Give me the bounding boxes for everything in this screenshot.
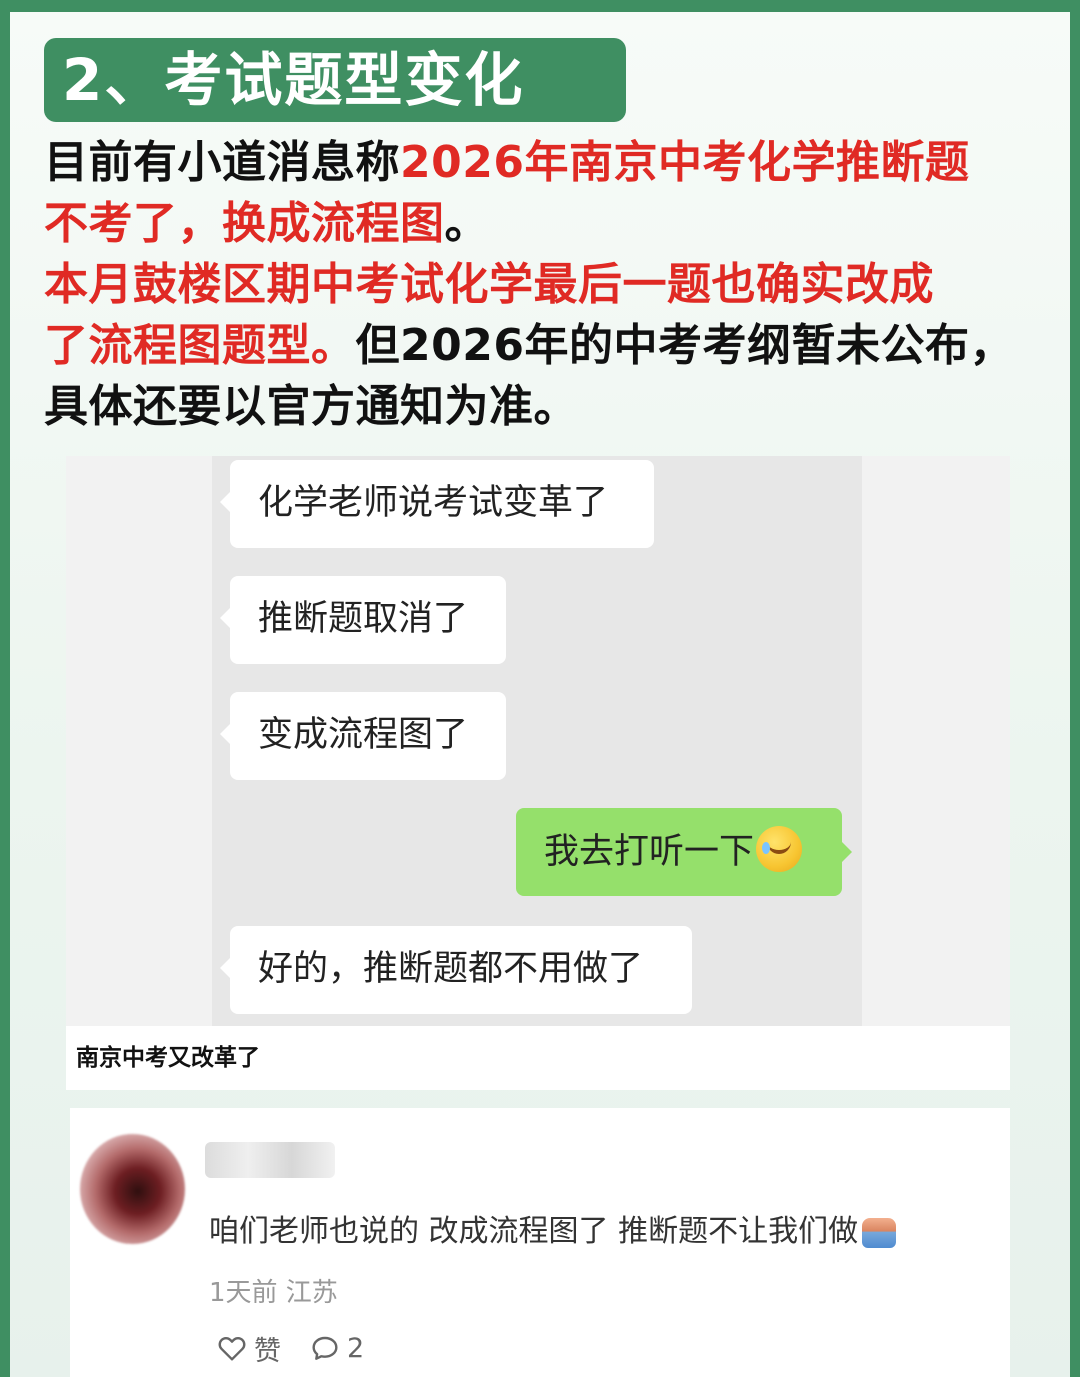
crying-laughing-emoji-icon — [756, 826, 803, 872]
comment-text: 咱们老师也说的 改成流程图了 推断题不让我们做 — [209, 1206, 897, 1250]
intro-text-red: 2026年南京中考化学推断题 — [400, 137, 970, 188]
blurred-username[interactable] — [205, 1142, 335, 1178]
reply-button[interactable]: 2 — [309, 1332, 364, 1364]
section-title: 2、考试题型变化 — [62, 46, 525, 114]
intro-paragraph: 目前有小道消息称2026年南京中考化学推断题 不考了，换成流程图。 本月鼓楼区期… — [44, 132, 1054, 437]
intro-text-black: 。 — [444, 198, 489, 249]
intro-text-black: 具体还要以官方通知为准。 — [44, 381, 578, 432]
chat-message-text: 推断题取消了 — [258, 599, 469, 639]
chat-message-text: 变成流程图了 — [258, 715, 469, 755]
chat-message-text: 我去打听一下 — [544, 832, 755, 872]
comment-bubble-icon — [312, 1336, 338, 1360]
intro-text-red: 不考了，换成流程图 — [44, 198, 445, 249]
chat-bubble-incoming: 推断题取消了 — [220, 576, 506, 664]
chat-message-text: 化学老师说考试变革了 — [258, 483, 609, 523]
comment-actions: 赞 2 — [216, 1329, 392, 1368]
intro-text-red: 本月鼓楼区期中考试化学最后一题也确实改成 — [44, 259, 934, 310]
chat-bubble-incoming: 变成流程图了 — [220, 692, 506, 780]
intro-text-black: 目前有小道消息称 — [44, 137, 400, 188]
comment-card: 咱们老师也说的 改成流程图了 推断题不让我们做 1天前 江苏 赞 2 — [70, 1108, 1010, 1377]
section-heading: 2、考试题型变化 — [44, 38, 626, 122]
intro-line-5: 具体还要以官方通知为准。 — [44, 376, 1054, 437]
avatar[interactable] — [80, 1134, 185, 1244]
intro-line-4: 了流程图题型。但2026年的中考考纲暂未公布， — [44, 315, 1054, 376]
comment-meta: 1天前 江苏 — [209, 1278, 338, 1308]
post-page: 2、考试题型变化 目前有小道消息称2026年南京中考化学推断题 不考了，换成流程… — [0, 0, 1080, 1377]
chat-bubble-incoming: 化学老师说考试变革了 — [220, 460, 654, 548]
chat-caption: 南京中考又改革了 — [66, 1026, 1010, 1090]
comment-body: 咱们老师也说的 改成流程图了 推断题不让我们做 — [209, 1214, 859, 1249]
like-button[interactable]: 赞 — [216, 1329, 281, 1368]
chat-screenshot: 化学老师说考试变革了 推断题取消了 变成流程图了 我去打听一下 好的，推断题都不… — [66, 456, 1010, 1090]
intro-text-red: 了流程图题型。 — [44, 320, 356, 371]
intro-line-1: 目前有小道消息称2026年南京中考化学推断题 — [44, 132, 1054, 193]
chat-bubble-incoming: 好的，推断题都不用做了 — [220, 926, 692, 1014]
intro-line-2: 不考了，换成流程图。 — [44, 193, 1054, 254]
reply-count: 2 — [347, 1332, 365, 1364]
intro-line-3: 本月鼓楼区期中考试化学最后一题也确实改成 — [44, 254, 1054, 315]
heart-icon — [218, 1337, 246, 1361]
chat-bubble-outgoing: 我去打听一下 — [516, 808, 852, 896]
intro-text-black: 但2026年的中考考纲暂未公布， — [355, 320, 1014, 371]
chat-message-text: 好的，推断题都不用做了 — [258, 949, 644, 989]
bathtub-emoji-icon — [862, 1217, 897, 1248]
like-label: 赞 — [254, 1335, 281, 1367]
chat-area: 化学老师说考试变革了 推断题取消了 变成流程图了 我去打听一下 好的，推断题都不… — [212, 456, 862, 1026]
